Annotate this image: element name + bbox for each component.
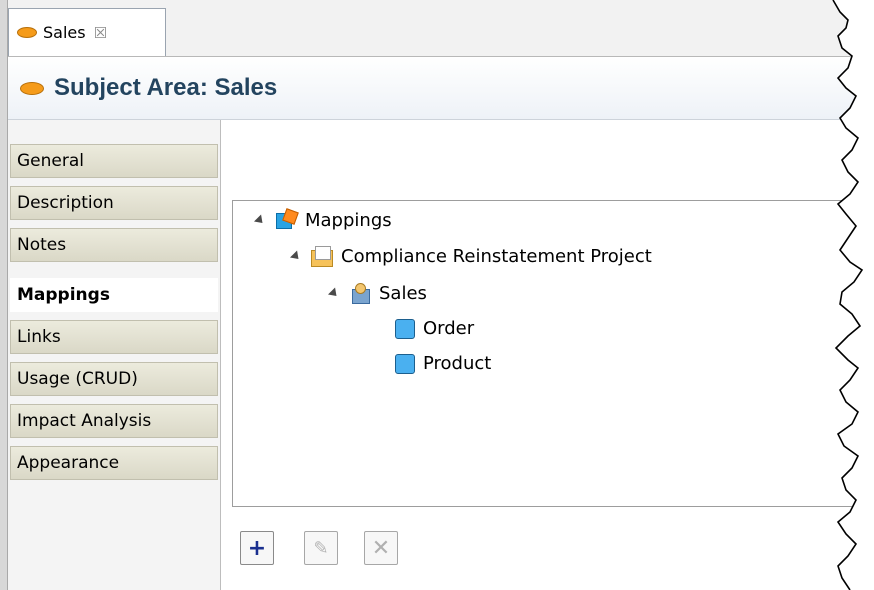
sidebar-item-usage-crud[interactable]: Usage (CRUD) (10, 362, 218, 396)
expand-triangle-icon[interactable] (253, 213, 267, 227)
editor-window: Sales ☒ Subject Area: Sales General Desc… (0, 0, 874, 590)
sidebar-item-appearance[interactable]: Appearance (10, 446, 218, 480)
sidebar-item-general[interactable]: General (10, 144, 218, 178)
window-border (0, 0, 8, 590)
sidebar-item-label: General (17, 151, 84, 171)
tree-node-product[interactable]: Product (395, 353, 491, 374)
page-title: Subject Area: Sales (54, 74, 278, 101)
sidebar-item-label: Links (17, 327, 61, 347)
tree-node-project[interactable]: Compliance Reinstatement Project (289, 245, 652, 267)
sidebar-item-description[interactable]: Description (10, 186, 218, 220)
sidebar-item-links[interactable]: Links (10, 320, 218, 354)
sidebar-item-label: Appearance (17, 453, 120, 473)
sidebar-item-label: Usage (CRUD) (17, 369, 138, 389)
sidebar: General Description Notes Mappings Links… (8, 120, 221, 590)
tree-node-mappings[interactable]: Mappings (253, 209, 392, 231)
sidebar-item-mappings[interactable]: Mappings (10, 278, 218, 312)
subject-area-oval-icon (20, 81, 44, 95)
editor-header: Subject Area: Sales (8, 57, 874, 120)
edit-mapping-button[interactable]: ✎ (304, 531, 338, 565)
expand-triangle-icon[interactable] (289, 249, 303, 263)
plus-icon: + (247, 535, 267, 561)
expand-triangle-icon[interactable] (327, 286, 341, 300)
subject-area-oval-icon (17, 27, 37, 38)
sidebar-item-label: Notes (17, 235, 67, 255)
tree-node-order[interactable]: Order (395, 318, 474, 339)
mappings-icon (275, 209, 297, 231)
sidebar-item-notes[interactable]: Notes (10, 228, 218, 262)
project-folder-icon (311, 245, 333, 267)
entity-icon (395, 353, 415, 374)
tree-node-label: Mappings (305, 209, 392, 231)
tree-node-label: Sales (379, 282, 427, 304)
delete-icon: ✕ (371, 535, 391, 561)
close-icon[interactable]: ☒ (94, 24, 107, 42)
sidebar-item-label: Description (17, 193, 114, 213)
tab-bar: Sales ☒ (8, 0, 874, 57)
tree-node-sales[interactable]: Sales (327, 282, 427, 304)
sidebar-item-impact-analysis[interactable]: Impact Analysis (10, 404, 218, 438)
edit-icon: ✎ (313, 537, 329, 559)
tree-node-label: Order (423, 318, 475, 339)
tab-label: Sales (43, 23, 86, 42)
tree-node-label: Compliance Reinstatement Project (341, 245, 652, 267)
entity-icon (395, 318, 415, 339)
delete-mapping-button[interactable]: ✕ (364, 531, 398, 565)
subject-area-icon (349, 282, 371, 304)
tab-sales[interactable]: Sales ☒ (8, 8, 166, 56)
mappings-tree: Mappings Compliance Reinstatement Projec… (232, 200, 874, 507)
add-mapping-button[interactable]: + (240, 531, 274, 565)
tree-node-label: Product (423, 353, 492, 374)
sidebar-item-label: Impact Analysis (17, 411, 152, 431)
sidebar-item-label: Mappings (17, 285, 110, 305)
